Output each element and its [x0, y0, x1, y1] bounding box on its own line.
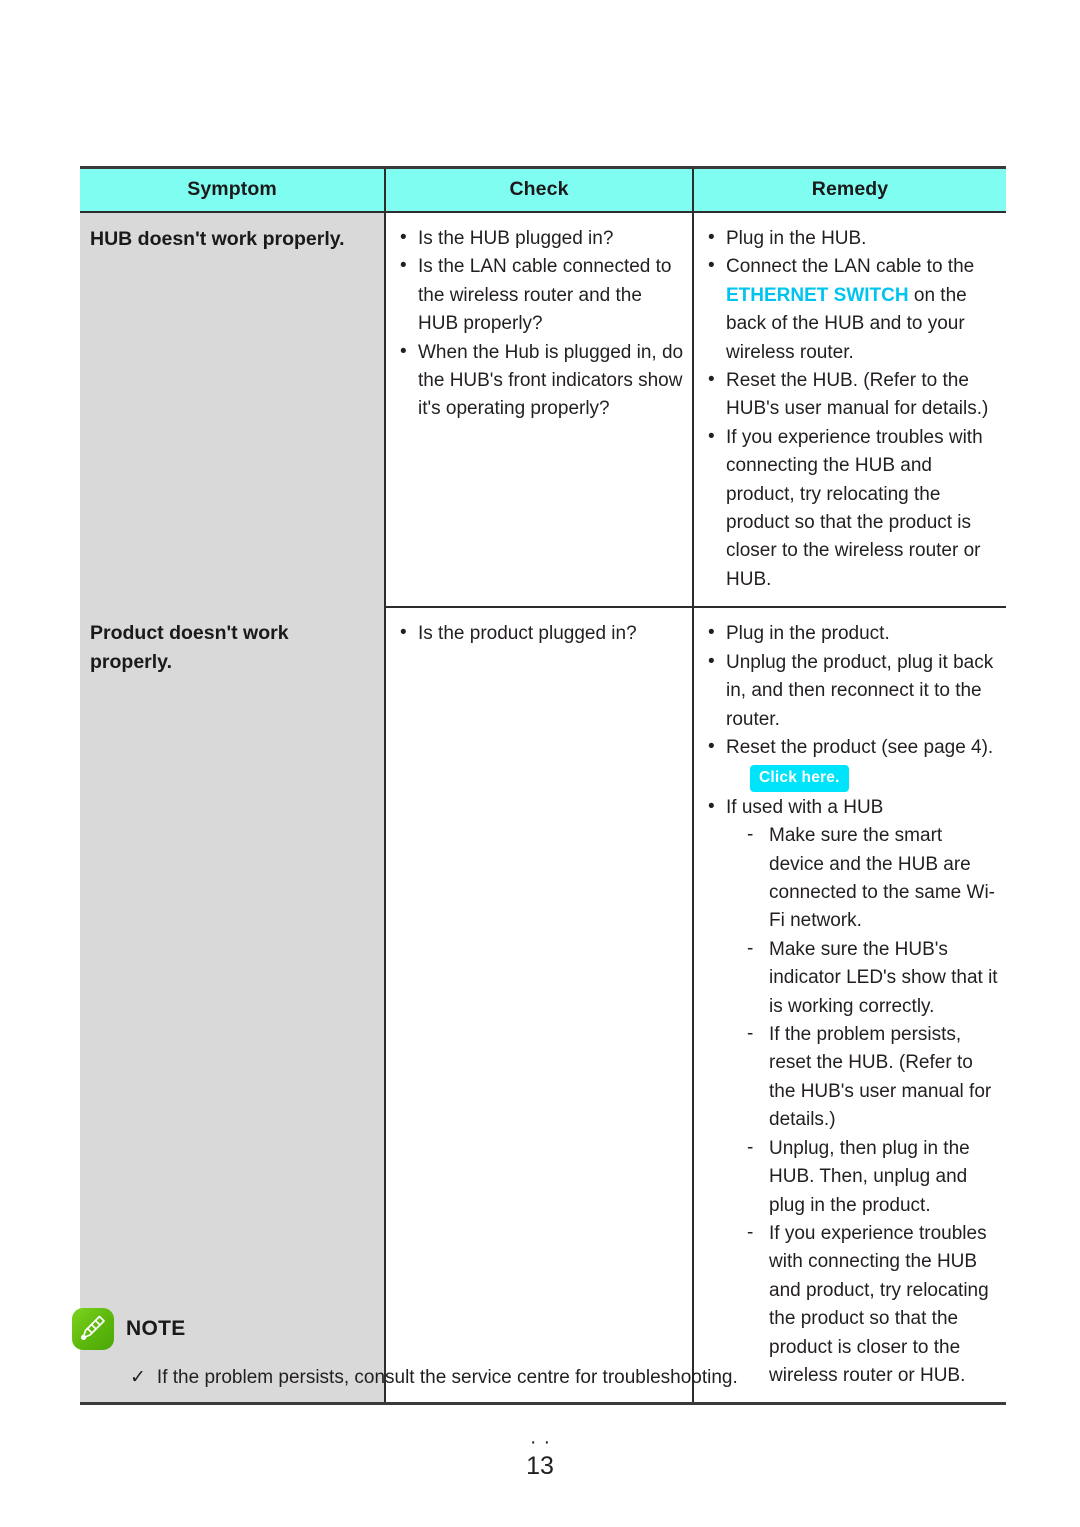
- manual-page: Symptom Check Remedy HUB doesn't work pr…: [0, 0, 1080, 1527]
- page-number: 13: [526, 1452, 554, 1480]
- list-item: Make sure the smart device and the HUB a…: [744, 821, 998, 936]
- symptom-cell: HUB doesn't work properly.: [80, 212, 385, 608]
- list-item: Unplug the product, plug it back in, and…: [706, 648, 998, 734]
- checkmark-icon: ✓: [130, 1367, 146, 1388]
- click-here-badge[interactable]: Click here.: [750, 765, 849, 792]
- note-title: NOTE: [126, 1317, 186, 1340]
- symptom-cell: Product doesn't work properly.: [80, 607, 385, 1406]
- note-header: NOTE: [72, 1308, 1012, 1350]
- footer-dots: ··: [529, 1431, 558, 1453]
- click-here-badge-line: Click here.: [726, 762, 998, 794]
- column-header-check: Check: [384, 169, 693, 213]
- remedy-bullet-list: Plug in the HUB. Connect the LAN cable t…: [706, 224, 998, 594]
- if-used-with-hub-text: If used with a HUB: [726, 796, 884, 818]
- check-cell: Is the HUB plugged in? Is the LAN cable …: [384, 212, 693, 608]
- list-item: Make sure the HUB's indicator LED's show…: [744, 935, 998, 1021]
- list-item: If you experience troubles with connecti…: [706, 423, 998, 594]
- list-item: If used with a HUB Make sure the smart d…: [706, 793, 998, 1391]
- note-item: ✓ If the problem persists, consult the s…: [72, 1364, 1012, 1392]
- list-item: When the Hub is plugged in, do the HUB's…: [398, 338, 684, 424]
- remedy-cell: Plug in the product. Unplug the product,…: [692, 606, 1006, 1406]
- check-bullet-list: Is the product plugged in?: [398, 619, 684, 648]
- list-item: Unplug, then plug in the HUB. Then, unpl…: [744, 1134, 998, 1220]
- note-block: NOTE ✓ If the problem persists, consult …: [72, 1308, 1012, 1392]
- list-item: Is the HUB plugged in?: [398, 224, 684, 253]
- reset-product-text: Reset the product (see page 4).: [726, 736, 994, 758]
- list-item: Plug in the product.: [706, 619, 998, 648]
- list-item: Reset the product (see page 4). Click he…: [706, 733, 998, 794]
- table-row: HUB doesn't work properly. Is the HUB pl…: [80, 212, 1006, 608]
- remedy-bullet-list: Plug in the product. Unplug the product,…: [706, 619, 998, 1391]
- list-item: Reset the HUB. (Refer to the HUB's user …: [706, 366, 998, 424]
- note-pencil-icon: [72, 1308, 114, 1350]
- column-header-symptom: Symptom: [80, 169, 385, 213]
- check-cell: Is the product plugged in?: [384, 606, 693, 1406]
- list-item: If the problem persists, reset the HUB. …: [744, 1020, 998, 1135]
- table-row: Product doesn't work properly. Is the pr…: [80, 606, 1006, 1406]
- check-bullet-list: Is the HUB plugged in? Is the LAN cable …: [398, 224, 684, 424]
- list-item: Is the LAN cable connected to the wirele…: [398, 252, 684, 338]
- remedy-cell: Plug in the HUB. Connect the LAN cable t…: [692, 212, 1006, 608]
- table-header-row: Symptom Check Remedy: [80, 169, 1006, 213]
- list-item: Plug in the HUB.: [706, 224, 998, 253]
- note-item-text: If the problem persists, consult the ser…: [156, 1367, 738, 1388]
- remedy-sub-list: Make sure the smart device and the HUB a…: [726, 821, 998, 1390]
- troubleshooting-table: Symptom Check Remedy HUB doesn't work pr…: [80, 169, 1006, 1406]
- ethernet-switch-keyword: ETHERNET SWITCH: [726, 284, 909, 306]
- list-item: Is the product plugged in?: [398, 619, 684, 648]
- column-header-remedy: Remedy: [692, 169, 1006, 213]
- troubleshooting-table-wrapper: Symptom Check Remedy HUB doesn't work pr…: [80, 166, 1006, 1406]
- list-item: Connect the LAN cable to the ETHERNET SW…: [706, 252, 998, 367]
- page-footer: ·· 13: [0, 1431, 1080, 1481]
- remedy-text-pre: Connect the LAN cable to the: [726, 256, 975, 278]
